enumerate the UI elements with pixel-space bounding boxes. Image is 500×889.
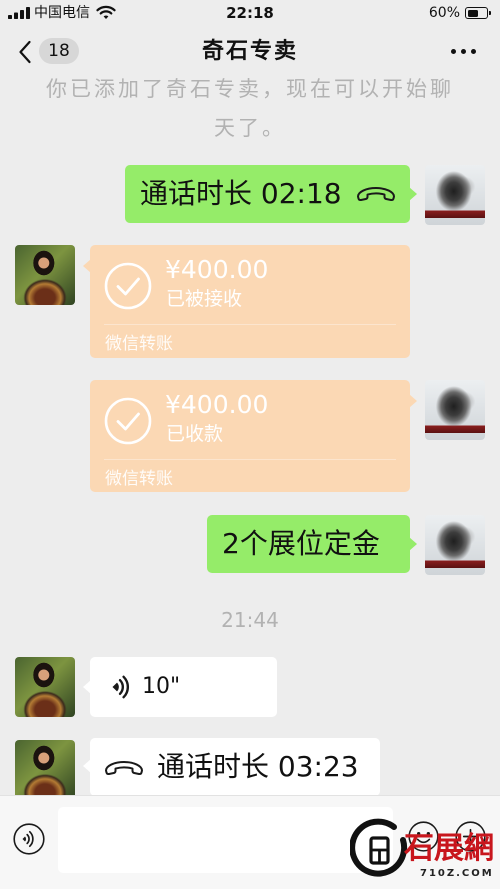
voice-toggle-icon (13, 823, 45, 855)
nav-bar: 18 奇石专卖 (0, 26, 500, 78)
message-text: 2个展位定金 (222, 527, 380, 560)
transfer-status: 已被接收 (166, 288, 243, 310)
card-divider (104, 459, 396, 460)
transfer-status: 已收款 (166, 423, 224, 445)
battery-cap (489, 11, 491, 15)
voice-duration: 10" (142, 674, 181, 699)
phone-icon (357, 187, 395, 202)
dot (451, 49, 456, 54)
system-notice: 你已添加了奇石专卖，现在可以开始聊天了。 (46, 77, 454, 140)
watermark-logo-icon (350, 818, 408, 877)
clock: 22:18 (226, 4, 274, 22)
self-avatar[interactable] (425, 380, 485, 440)
chat-title: 奇石专卖 (201, 39, 298, 64)
message-input[interactable] (58, 807, 393, 873)
battery-fill (467, 9, 479, 17)
voice-toggle-button[interactable] (13, 823, 45, 855)
card-divider (104, 324, 396, 325)
dot (471, 49, 476, 54)
transfer-label: 微信转账 (105, 469, 173, 489)
battery-percent: 60% (428, 5, 460, 21)
contact-avatar[interactable] (15, 740, 75, 800)
status-bar: 中国电信 22:18 60% (0, 0, 500, 26)
call-record-bubble[interactable]: 通话时长 03:23 (83, 738, 380, 796)
call-duration-text: 通话时长 03:23 (157, 750, 359, 783)
contact-avatar[interactable] (15, 657, 75, 717)
transfer-card[interactable]: ¥400.00 已被接收 微信转账 (83, 245, 410, 358)
transfer-amount: ¥400.00 (165, 255, 269, 284)
more-dots-icon (446, 40, 482, 64)
transfer-amount: ¥400.00 (165, 390, 269, 419)
watermark-brand: 石展網 (404, 831, 494, 866)
time-divider: 21:44 (221, 608, 279, 632)
transfer-card[interactable]: ¥400.00 已收款 微信转账 (90, 380, 417, 492)
dot (461, 49, 466, 54)
self-avatar[interactable] (425, 165, 485, 225)
voice-icon (112, 675, 130, 699)
contact-avatar[interactable] (15, 245, 75, 305)
check-circle-icon (104, 397, 152, 445)
watermark-domain: 710Z.COM (420, 868, 494, 879)
call-record-bubble[interactable]: 通话时长 02:18 (125, 165, 417, 223)
self-avatar[interactable] (425, 515, 485, 575)
transfer-label: 微信转账 (105, 334, 173, 354)
voice-message-bubble[interactable]: 10" (83, 657, 277, 717)
text-message-bubble[interactable]: 2个展位定金 (207, 515, 417, 573)
battery-icon (465, 7, 488, 19)
more-button[interactable] (446, 40, 482, 64)
phone-icon (105, 761, 143, 776)
check-circle-icon (104, 262, 152, 310)
